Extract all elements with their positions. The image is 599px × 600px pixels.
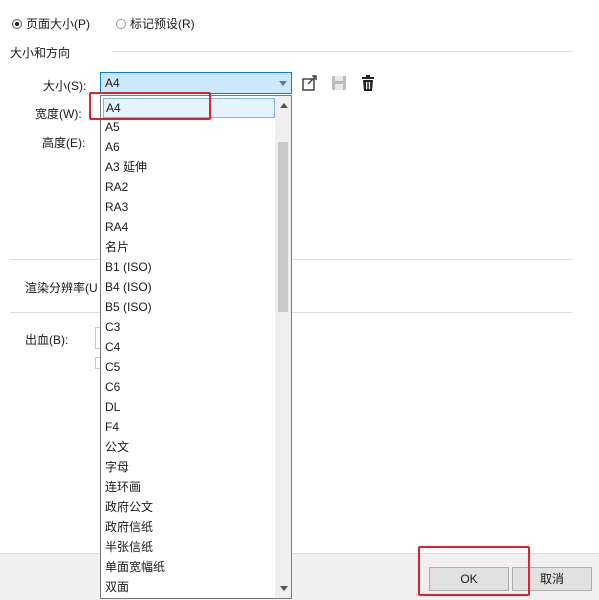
dropdown-item[interactable]: B5 (ISO) <box>105 297 275 317</box>
chevron-down-icon[interactable] <box>279 81 287 86</box>
cancel-button[interactable]: 取消 <box>512 567 592 591</box>
section-divider <box>112 51 572 52</box>
scroll-up-arrow-icon[interactable] <box>280 103 288 108</box>
delete-preset-icon[interactable] <box>358 73 378 93</box>
height-label: 高度(E): <box>42 136 86 150</box>
scroll-thumb[interactable] <box>278 142 288 312</box>
export-preset-icon[interactable] <box>300 73 320 93</box>
radio-indicator-checked <box>12 19 22 29</box>
size-combobox-value: A4 <box>105 76 120 90</box>
dropdown-item[interactable]: B4 (ISO) <box>105 277 275 297</box>
ok-button[interactable]: OK <box>429 567 509 591</box>
radio-indicator-unchecked <box>116 19 126 29</box>
dropdown-item[interactable]: 单面宽幅纸 <box>105 557 275 577</box>
size-combobox[interactable]: A4 <box>100 72 292 94</box>
dropdown-item[interactable]: 政府公文 <box>105 497 275 517</box>
radio-mark-preset-label: 标记预设(R) <box>130 17 195 31</box>
dropdown-item[interactable]: C6 <box>105 377 275 397</box>
dropdown-item[interactable]: DL <box>105 397 275 417</box>
radio-page-size-label: 页面大小(P) <box>26 17 90 31</box>
section-title-size-orientation: 大小和方向 <box>10 46 71 60</box>
dropdown-item[interactable]: 公文 <box>105 437 275 457</box>
dialog-button-bar <box>0 553 599 600</box>
dropdown-scrollbar[interactable] <box>275 96 291 598</box>
dropdown-item[interactable]: 半张信纸 <box>105 537 275 557</box>
dropdown-item[interactable]: A5 <box>105 117 275 137</box>
dropdown-item[interactable]: C4 <box>105 337 275 357</box>
save-preset-icon[interactable] <box>329 73 349 93</box>
dropdown-item[interactable]: C3 <box>105 317 275 337</box>
dropdown-item[interactable]: RA3 <box>105 197 275 217</box>
render-resolution-label: 渲染分辨率(U <box>25 281 98 295</box>
dropdown-item[interactable]: 名片 <box>105 237 275 257</box>
dropdown-item[interactable]: 连环画 <box>105 477 275 497</box>
dropdown-item[interactable]: 政府信纸 <box>105 517 275 537</box>
dropdown-item[interactable]: B1 (ISO) <box>105 257 275 277</box>
bleed-label: 出血(B): <box>25 333 69 347</box>
dropdown-item[interactable]: A4 <box>103 98 275 118</box>
radio-mark-preset[interactable]: 标记预设(R) <box>116 15 195 32</box>
dropdown-item[interactable]: A6 <box>105 137 275 157</box>
dropdown-item[interactable]: 双面 <box>105 577 275 597</box>
dropdown-item[interactable]: C5 <box>105 357 275 377</box>
dropdown-item[interactable]: A3 延伸 <box>105 157 275 177</box>
dropdown-item[interactable]: F4 <box>105 417 275 437</box>
scroll-down-arrow-icon[interactable] <box>280 586 288 591</box>
size-dropdown-list[interactable]: A4 A5 A6 A3 延伸 RA2 RA3 RA4 名片 B1 (ISO) B4 (ISO) B5… <box>100 95 292 599</box>
dropdown-item[interactable]: RA2 <box>105 177 275 197</box>
size-label: 大小(S): <box>43 79 87 93</box>
dropdown-item[interactable]: 字母 <box>105 457 275 477</box>
width-label: 宽度(W): <box>35 107 82 121</box>
dropdown-item[interactable]: RA4 <box>105 217 275 237</box>
radio-page-size[interactable]: 页面大小(P) <box>12 15 90 32</box>
